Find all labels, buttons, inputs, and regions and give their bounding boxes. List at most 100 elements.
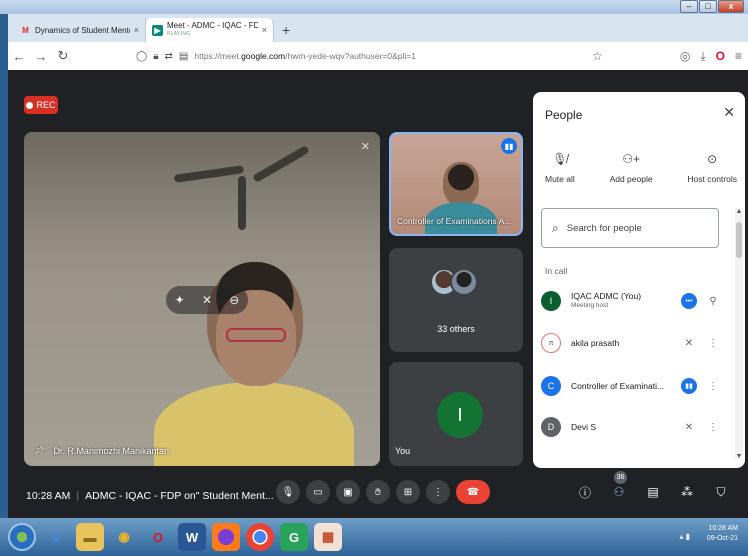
meeting-info: 10:28 AM | ADMC - IQAC - FDP on" Student M… — [26, 490, 274, 502]
close-window-button[interactable]: x — [718, 0, 744, 13]
panel-scrollbar[interactable]: ▲ ▼ — [735, 208, 743, 460]
more-vert-icon[interactable]: ⋮ — [701, 338, 725, 349]
window-title-bar: – □ x — [0, 0, 748, 14]
address-bar[interactable]: https://meet.google.com/hwm-yede-wqv?aut… — [194, 51, 416, 61]
recording-indicator: REC — [24, 96, 58, 114]
system-clock[interactable]: 10:28 AM 09-Oct-21 — [707, 524, 738, 544]
start-button[interactable] — [8, 523, 36, 551]
pin-icon: 📌︎ — [34, 445, 46, 455]
clock-date: 09-Oct-21 — [706, 535, 738, 542]
firefox-icon[interactable] — [212, 523, 240, 551]
close-icon[interactable]: × — [262, 25, 267, 35]
download-icon[interactable]: ⤓ — [700, 49, 705, 64]
system-tray-icons[interactable]: ▴ ▮ — [679, 532, 690, 541]
more-options-button[interactable]: ⋮ — [426, 480, 450, 504]
mic-button[interactable]: 🎙︎ — [276, 480, 300, 504]
panel-actions: 🎙︎̸ Mute all ⚇+ Add people ⊙ Host contro… — [533, 152, 745, 184]
back-icon[interactable]: ← — [8, 49, 30, 64]
lock-icon[interactable]: 🔒︎ — [153, 51, 158, 62]
menu-icon[interactable]: ≡ — [735, 49, 742, 63]
record-dot-icon — [26, 101, 34, 109]
participant-name: IQAC ADMC (You) Meeting host — [571, 291, 677, 311]
forward-icon[interactable]: → — [30, 49, 52, 64]
reload-icon[interactable]: ↻ — [52, 48, 74, 64]
search-input[interactable]: ⌕ Search for people — [541, 208, 719, 248]
host-controls-toolbar-button[interactable]: ⛉ — [710, 481, 732, 503]
avatar: C — [541, 376, 561, 396]
captions-icon: ▣ — [343, 486, 353, 498]
maximize-button[interactable]: □ — [699, 0, 717, 13]
info-icon: ⓘ — [578, 485, 591, 500]
ie-icon[interactable]: e — [42, 523, 70, 551]
participant-row[interactable]: I IQAC ADMC (You) Meeting host ••• ⚲ — [541, 286, 725, 316]
new-tab-button[interactable]: + — [274, 22, 298, 42]
more-dots-icon[interactable]: ••• — [681, 293, 697, 309]
permissions-icon[interactable]: ⇄ — [165, 51, 173, 62]
meet-icon: ▶ — [152, 24, 163, 36]
app-icon[interactable]: G — [280, 523, 308, 551]
activities-button[interactable]: ⁂ — [676, 481, 698, 503]
participant-row[interactable]: C Controller of Examinati... ▮▮ ⋮ — [541, 371, 725, 401]
tile-label: You — [395, 446, 411, 456]
tab-meet[interactable]: ▶ Meet - ADMC - IQAC - FDP on" PLAYING × — [146, 18, 274, 42]
participant-tile-others[interactable]: 33 others — [389, 248, 523, 352]
host-controls-button[interactable]: ⊙ Host controls — [687, 152, 737, 184]
mic-off-icon: ✕ — [684, 337, 694, 349]
opera-icon[interactable]: O — [144, 523, 172, 551]
mute-all-button[interactable]: 🎙︎̸ Mute all — [545, 152, 575, 184]
pin-icon[interactable]: ⚲ — [701, 296, 725, 307]
others-count: 33 others — [437, 324, 475, 334]
remove-icon[interactable]: ⊖ — [229, 293, 239, 307]
in-call-label: In call — [545, 266, 568, 276]
tab-title-text: Meet - ADMC - IQAC - FDP on" — [167, 21, 258, 30]
more-vert-icon[interactable]: ⋮ — [701, 381, 725, 392]
scroll-up-icon[interactable]: ▲ — [735, 208, 743, 215]
participant-tile-you[interactable]: I You — [389, 362, 523, 466]
participant-name: akila prasath — [571, 338, 620, 348]
add-people-button[interactable]: ⚇+ Add people — [610, 152, 653, 184]
tile-hover-controls: ✦ ✕ ⊖ — [166, 286, 248, 314]
bookmark-star-icon[interactable]: ☆ — [592, 49, 603, 63]
participant-tile-controller[interactable]: ▮▮ Controller of Examinations A... — [389, 132, 523, 236]
folder-icon[interactable]: ▬ — [76, 523, 104, 551]
present-icon: ⊞ — [403, 486, 413, 498]
end-call-button[interactable]: ☎︎ — [456, 480, 490, 504]
chat-button[interactable]: ▤ — [642, 481, 664, 503]
people-button[interactable]: 36 ⚇ — [608, 471, 630, 503]
pocket-icon[interactable]: ◎ — [680, 49, 690, 63]
word-icon[interactable]: W — [178, 523, 206, 551]
participant-row[interactable]: D Devi S ✕ ⋮ — [541, 412, 725, 442]
more-vert-icon: ⋮ — [433, 486, 443, 498]
scroll-down-icon[interactable]: ▼ — [735, 453, 743, 460]
opera-icon[interactable]: O — [716, 49, 725, 63]
present-button[interactable]: ⊞ — [396, 480, 420, 504]
camera-button[interactable]: ▭ — [306, 480, 330, 504]
close-icon[interactable]: × — [134, 25, 139, 35]
gmail-icon: M — [22, 25, 29, 35]
pin-icon[interactable]: ✦ — [175, 293, 185, 307]
shield-icon: ⛉ — [716, 484, 726, 499]
main-video-tile[interactable]: ✕ ✦ ✕ ⊖ 📌︎ Dr. R.Manimozhi Manikantan — [24, 132, 380, 466]
more-vert-icon[interactable]: ⋮ — [701, 422, 725, 433]
speaking-indicator-icon: ▮▮ — [681, 378, 697, 394]
speaker-name: Dr. R.Manimozhi Manikantan — [53, 445, 169, 456]
action-label: Mute all — [545, 174, 575, 184]
presentation-icon[interactable]: ▦ — [314, 523, 342, 551]
shield-icon[interactable]: ◯ — [136, 51, 147, 62]
media-icon[interactable]: ◉ — [110, 523, 138, 551]
scroll-thumb[interactable] — [736, 222, 742, 258]
mic-off-icon[interactable]: ✕ — [202, 293, 212, 307]
page-icon[interactable]: ▤ — [179, 51, 188, 62]
close-icon[interactable]: ✕ — [723, 104, 735, 121]
minimize-button[interactable]: – — [680, 0, 698, 13]
tab-playing-label: PLAYING — [167, 31, 191, 37]
tab-student-mentoring[interactable]: M Dynamics of Student Mentoring × — [14, 18, 146, 42]
people-icon: ⚇ — [613, 485, 625, 499]
mic-icon: 🎙︎ — [281, 486, 295, 498]
raise-hand-button[interactable]: ✋︎ — [366, 480, 390, 504]
info-button[interactable]: ⓘ — [574, 481, 596, 503]
participant-row[interactable]: π akila prasath ✕ ⋮ — [541, 328, 725, 358]
chrome-icon[interactable] — [246, 523, 274, 551]
captions-button[interactable]: ▣ — [336, 480, 360, 504]
panel-title: People — [545, 108, 583, 122]
